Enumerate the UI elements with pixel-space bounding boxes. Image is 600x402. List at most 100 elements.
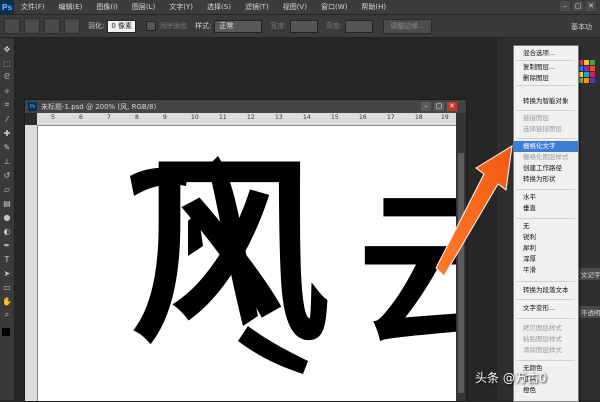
- ruler-mark: 14: [303, 114, 311, 121]
- healing-brush-icon[interactable]: ✚: [2, 128, 12, 138]
- menu-file[interactable]: 文件(F): [14, 2, 52, 12]
- menu-convert-paragraph-text[interactable]: 转换为段落文本: [514, 285, 578, 296]
- swatches-panel[interactable]: [578, 60, 600, 84]
- tab-character[interactable]: 文记字: [578, 268, 600, 280]
- menu-view[interactable]: 视图(V): [276, 2, 314, 12]
- document-close-button[interactable]: ✕: [447, 102, 457, 111]
- menu-window[interactable]: 窗口(W): [314, 2, 354, 12]
- menu-select[interactable]: 选择(S): [200, 2, 238, 12]
- menu-convert-smart-object[interactable]: 转换为智能对象: [514, 96, 578, 107]
- swatch[interactable]: [590, 66, 595, 71]
- zoom-tool-icon[interactable]: ⌕: [2, 310, 12, 320]
- ruler-mark: 11: [219, 114, 227, 121]
- menu-help[interactable]: 帮助(H): [354, 2, 393, 12]
- workspace-switcher[interactable]: 基本功: [571, 22, 592, 32]
- menu-delete-layer[interactable]: 删除图层: [514, 73, 578, 84]
- ruler-mark: 10: [191, 114, 199, 121]
- ruler-mark: 12: [247, 114, 255, 121]
- lasso-tool-icon[interactable]: ᘓ: [2, 72, 12, 82]
- ruler-mark: 9: [163, 114, 167, 121]
- swatch[interactable]: [584, 60, 589, 65]
- menu-antialias-crisp[interactable]: 犀利: [514, 243, 578, 254]
- style-select[interactable]: 正常: [214, 19, 263, 33]
- menu-vertical[interactable]: 垂直: [514, 203, 578, 214]
- ruler-mark: 8: [135, 114, 139, 121]
- menu-clear-layer-style: 清除图层样式: [523, 346, 562, 354]
- hand-tool-icon[interactable]: ✋: [2, 296, 12, 306]
- crop-tool-icon[interactable]: ⌗: [2, 100, 12, 110]
- menu-antialias-none[interactable]: 无: [514, 221, 578, 232]
- menu-duplicate-layer[interactable]: 复制图层...: [514, 62, 578, 73]
- menu-blending-options[interactable]: 混合选项...: [514, 48, 578, 59]
- swatch[interactable]: [590, 60, 595, 65]
- feather-label: 羽化:: [88, 22, 105, 30]
- scrollbar-thumb[interactable]: [458, 153, 464, 393]
- menu-horizontal[interactable]: 水平: [514, 192, 578, 203]
- document-ps-icon: Ps: [28, 102, 37, 111]
- menu-antialias-smooth[interactable]: 平滑: [514, 265, 578, 276]
- clone-stamp-icon[interactable]: ⊥: [2, 156, 12, 166]
- menu-create-work-path[interactable]: 创建工作路径: [514, 163, 578, 174]
- menu-antialias-strong[interactable]: 浑厚: [514, 254, 578, 265]
- menu-edit[interactable]: 编辑(E): [52, 2, 90, 12]
- menu-layer[interactable]: 图层(L): [125, 2, 162, 12]
- style-label: 样式:: [195, 22, 212, 30]
- refine-edge-button[interactable]: 调整边缘...: [383, 18, 432, 34]
- swatch[interactable]: [590, 72, 595, 77]
- minimize-button[interactable]: –: [560, 1, 570, 11]
- menu-link-layers: 链接图层: [523, 114, 549, 122]
- add-selection-icon[interactable]: [44, 18, 60, 34]
- swatch[interactable]: [590, 78, 595, 83]
- history-brush-icon[interactable]: ↺: [2, 170, 12, 180]
- swatch[interactable]: [584, 78, 589, 83]
- magic-wand-icon[interactable]: ✧: [2, 86, 12, 96]
- menu-filter[interactable]: 滤镜(T): [238, 2, 276, 12]
- menu-image[interactable]: 图像(I): [89, 2, 125, 12]
- type-tool-icon[interactable]: T: [2, 254, 12, 264]
- menu-antialias-sharp[interactable]: 锐利: [514, 232, 578, 243]
- eraser-tool-icon[interactable]: ▱: [2, 184, 12, 194]
- document-canvas[interactable]: 风 云: [38, 126, 456, 401]
- menu-convert-to-shape[interactable]: 转换为形状: [514, 174, 578, 185]
- foreground-color-swatch[interactable]: [2, 328, 10, 336]
- menu-color-orange[interactable]: 橙色: [514, 385, 578, 396]
- menu-separator: [517, 318, 575, 319]
- antialias-label: 消除锯齿: [159, 22, 188, 30]
- menu-type[interactable]: 文字(Y): [162, 2, 200, 12]
- dodge-tool-icon[interactable]: ◐: [2, 226, 12, 236]
- menu-bar: Ps 文件(F) 编辑(E) 图像(I) 图层(L) 文字(Y) 选择(S) 滤…: [0, 0, 600, 14]
- width-input[interactable]: [289, 19, 318, 33]
- menu-rasterize-layer-style: 栅格化图层样式: [523, 153, 569, 161]
- menu-separator: [517, 281, 575, 282]
- document-tab[interactable]: Ps 未标题-1.psd @ 200% (风, RGB/8): [25, 100, 466, 113]
- brush-tool-icon[interactable]: ✎: [2, 142, 12, 152]
- height-input[interactable]: [345, 19, 374, 33]
- document-maximize-button[interactable]: ▢: [434, 102, 444, 111]
- pen-tool-icon[interactable]: ✒: [2, 240, 12, 250]
- subtract-selection-icon[interactable]: [64, 18, 80, 34]
- shape-tool-icon[interactable]: ▭: [2, 282, 12, 292]
- swatch[interactable]: [584, 66, 589, 71]
- tab-opacity[interactable]: 不透明: [578, 306, 600, 318]
- eyedropper-icon[interactable]: ⁄: [2, 114, 12, 124]
- blur-tool-icon[interactable]: ●: [2, 212, 12, 222]
- gradient-tool-icon[interactable]: ▤: [2, 198, 12, 208]
- document-minimize-button[interactable]: –: [421, 102, 431, 111]
- menu-warp-text[interactable]: 文字变形...: [514, 303, 578, 314]
- menu-separator: [517, 85, 575, 86]
- menu-separator: [517, 299, 575, 300]
- marquee-tool-preset-icon[interactable]: [4, 18, 20, 34]
- feather-input[interactable]: 0 像素: [107, 19, 137, 33]
- swatch[interactable]: [584, 72, 589, 77]
- new-selection-icon[interactable]: [24, 18, 40, 34]
- layer-context-menu: 混合选项... 复制图层... 删除图层 转换为智能对象 链接图层 选择链接图层…: [513, 45, 579, 402]
- menu-rasterize-type[interactable]: 栅格化文字: [514, 141, 578, 152]
- close-button[interactable]: ✕: [586, 1, 596, 11]
- path-selection-icon[interactable]: ➤: [2, 268, 12, 278]
- ruler-mark: 19: [441, 114, 449, 121]
- antialias-checkbox[interactable]: [146, 21, 157, 31]
- move-tool-icon[interactable]: ✥: [2, 44, 12, 54]
- maximize-button[interactable]: ▢: [573, 1, 583, 11]
- vertical-scrollbar[interactable]: [456, 113, 466, 401]
- marquee-tool-icon[interactable]: ⬚: [2, 58, 12, 68]
